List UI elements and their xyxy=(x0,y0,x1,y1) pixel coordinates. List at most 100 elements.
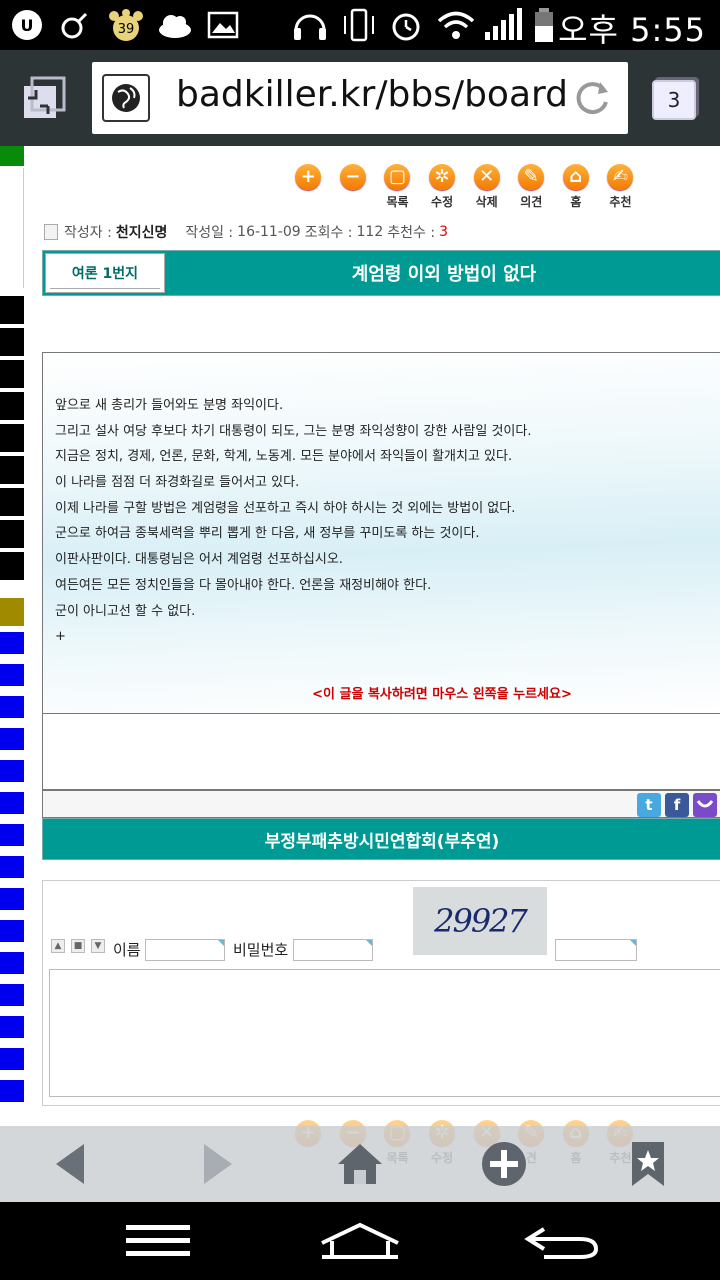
image-icon xyxy=(206,8,240,42)
post-body-line: 지금은 정치, 경제, 언론, 문화, 학계, 노동계. 모든 분야에서 좌익들… xyxy=(55,449,513,465)
u-plus-icon: U xyxy=(10,8,44,42)
post-body-line: 앞으로 새 총리가 들어와도 분명 좌익이다. xyxy=(55,398,284,413)
yozm-icon[interactable] xyxy=(693,793,717,817)
screen: U 39 오후 5:55 badkiller.kr/bbs/board.p 3 … xyxy=(0,0,720,1280)
toolbar-label: 수정 xyxy=(431,195,454,209)
minus-icon: − xyxy=(339,164,366,190)
status-bar: U 39 오후 5:55 xyxy=(0,0,720,50)
new-tab-icon[interactable] xyxy=(480,1140,528,1188)
post-body-line: 군이 아니고선 할 수 없다. xyxy=(55,603,196,619)
globe-icon xyxy=(102,74,150,122)
captcha-input[interactable] xyxy=(555,939,637,961)
edit-icon: ✲ xyxy=(429,164,456,190)
browser-bottom-bar xyxy=(0,1126,720,1202)
toolbar-item-delete[interactable]: ✕ 삭제 xyxy=(464,164,509,214)
recommends-label: 추천수 : xyxy=(387,225,436,241)
copy-notice[interactable]: <이 글을 복사하려면 마우스 왼쪽을 누르세요> xyxy=(43,683,720,702)
post-body-line: 이 나라를 점점 더 좌경화길로 들어서고 있다. xyxy=(55,475,300,491)
plus-icon: + xyxy=(295,164,322,190)
views-count: 112 xyxy=(356,224,384,240)
post-body-line: 이제 나라를 구할 방법은 계엄령을 선포하고 즉시 하야 하시는 것 외에는 … xyxy=(55,500,516,516)
scroll-up-button[interactable]: ▲ xyxy=(51,939,65,953)
post-body-line: 그리고 설사 여당 후보다 차기 대통령이 되도, 그는 분명 좌익성향이 강한… xyxy=(55,423,532,439)
post-title: 계엄령 이외 방법이 없다 xyxy=(351,264,537,285)
battery-icon xyxy=(532,8,558,42)
toolbar-item-minus[interactable]: − xyxy=(331,164,376,214)
page-content: + − ▢ 목록 ✲ 수정 ✕ 삭제 ✎ 의견 ⌂ 홈 ✍ 추천 작성자 : 천지신명 작성일 : 16-… xyxy=(24,146,720,1206)
toolbar-item-edit[interactable]: ✲ 수정 xyxy=(420,164,465,214)
post-body-line: 여든여든 모든 정치인들을 다 몰아내야 한다. 언론을 재정비해야 한다. xyxy=(55,577,432,593)
post-title-bar: 여론 1번지 계엄령 이외 방법이 없다 xyxy=(42,250,720,296)
toolbar-label: 추천 xyxy=(609,195,632,209)
left-sidebar-fragment xyxy=(0,146,24,1206)
author-name: 천지신명 xyxy=(115,225,168,241)
post-body-line: + xyxy=(55,629,66,645)
post-meta: 작성자 : 천지신명 작성일 : 16-11-09 조회수 : 112 추천수 … xyxy=(44,222,448,242)
post-body-line: 이판사판이다. 대통령님은 어서 계엄령 선포하십시오. xyxy=(55,552,343,568)
svg-text:U: U xyxy=(21,16,34,35)
list-icon: ▢ xyxy=(384,164,411,190)
attachment-area xyxy=(42,714,720,790)
views-label: 조회수 : xyxy=(304,225,353,241)
wifi-icon xyxy=(436,8,476,42)
captcha-image: 29927 xyxy=(413,887,547,955)
document-icon xyxy=(44,224,58,240)
vibrate-icon xyxy=(340,8,378,42)
system-back-icon[interactable] xyxy=(524,1218,600,1264)
author-label: 작성자 : xyxy=(64,225,112,241)
recommends-count: 3 xyxy=(439,224,448,240)
headset-icon xyxy=(290,8,330,42)
scroll-reset-button[interactable]: ■ xyxy=(71,939,85,953)
toolbar-item-recommend[interactable]: ✍ 추천 xyxy=(598,164,643,214)
back-icon[interactable] xyxy=(46,1140,94,1188)
forward-icon[interactable] xyxy=(194,1140,242,1188)
name-input[interactable] xyxy=(145,939,225,961)
home-icon: ⌂ xyxy=(562,164,589,190)
status-time: 오후 5:55 xyxy=(558,11,706,49)
comment-form: 29927 ▲ ■ ▼ 이름 비밀번호 xyxy=(42,880,720,1106)
system-home-icon[interactable] xyxy=(318,1218,402,1264)
post-body: 앞으로 새 총리가 들어와도 분명 좌익이다. 그리고 설사 여당 후보다 차기 … xyxy=(42,352,720,714)
board-toolbar: + − ▢ 목록 ✲ 수정 ✕ 삭제 ✎ 의견 ⌂ 홈 ✍ 추천 xyxy=(286,164,643,214)
home-icon[interactable] xyxy=(336,1140,384,1188)
share-bar: t f xyxy=(42,790,720,818)
tabs-button[interactable]: 3 xyxy=(652,80,696,120)
delete-icon: ✕ xyxy=(473,164,500,190)
password-input[interactable] xyxy=(293,939,373,961)
menu-icon[interactable] xyxy=(124,1218,192,1264)
toolbar-item-plus[interactable]: + xyxy=(286,164,331,214)
recommend-icon: ✍ xyxy=(607,164,634,190)
toolbar-label: 목록 xyxy=(386,195,409,209)
toolbar-item-list[interactable]: ▢ 목록 xyxy=(375,164,420,214)
signal-icon xyxy=(482,8,522,42)
twitter-icon[interactable]: t xyxy=(637,793,661,817)
system-nav-bar xyxy=(0,1202,720,1280)
reload-icon[interactable] xyxy=(570,76,614,120)
address-bar[interactable]: badkiller.kr/bbs/board.p xyxy=(92,62,628,134)
toolbar-label: 의견 xyxy=(520,195,543,209)
toolbar-item-comment[interactable]: ✎ 의견 xyxy=(509,164,554,214)
cloud-icon xyxy=(156,8,194,42)
badge-count: 39 xyxy=(118,22,135,37)
bookmark-icon[interactable] xyxy=(624,1140,672,1188)
toolbar-label: 홈 xyxy=(570,195,582,209)
exit-fullscreen-button[interactable] xyxy=(20,76,68,122)
comment-textarea[interactable] xyxy=(49,969,720,1097)
url-text: badkiller.kr/bbs/board.p xyxy=(176,74,566,115)
password-label: 비밀번호 xyxy=(233,941,289,959)
toolbar-item-home[interactable]: ⌂ 홈 xyxy=(554,164,599,214)
organization-banner: 부정부패추방시민연합회(부추연) xyxy=(42,818,720,860)
post-body-line: 군으로 하여금 종북세력을 뿌리 뽑게 한 다음, 새 정부를 꾸미도록 하는 … xyxy=(55,526,480,542)
toolbar-label: 삭제 xyxy=(475,195,498,209)
post-body-text: 앞으로 새 총리가 들어와도 분명 좌익이다. 그리고 설사 여당 후보다 차기 … xyxy=(55,393,531,650)
male-icon xyxy=(58,8,92,42)
paw-badge-icon: 39 xyxy=(106,8,146,42)
date-label: 작성일 : xyxy=(185,225,234,241)
post-date: 16-11-09 xyxy=(237,224,301,240)
name-label: 이름 xyxy=(113,941,141,959)
scroll-down-button[interactable]: ▼ xyxy=(91,939,105,953)
board-category[interactable]: 여론 1번지 xyxy=(45,253,165,293)
alarm-icon xyxy=(388,8,424,42)
browser-toolbar: badkiller.kr/bbs/board.p 3 xyxy=(0,50,720,146)
facebook-icon[interactable]: f xyxy=(665,793,689,817)
